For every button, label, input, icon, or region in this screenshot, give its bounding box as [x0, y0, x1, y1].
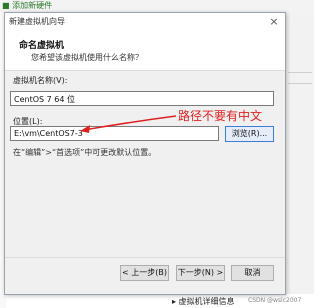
cancel-button[interactable]: 取消 — [231, 265, 274, 281]
background-vm-details-item[interactable]: ▸ 虚拟机详细信息 — [172, 296, 235, 307]
footer-divider — [5, 257, 285, 258]
dialog-titlebar[interactable]: 新建虚拟机向导 × — [5, 13, 285, 30]
page-subtitle: 您希望该虚拟机使用什么名称？ — [31, 53, 143, 62]
browse-button[interactable]: 浏览(R)... — [225, 126, 274, 142]
background-right-panel — [284, 14, 314, 294]
background-menu-item: ■ 添加新硬件 — [2, 1, 53, 10]
new-vm-wizard-dialog: 新建虚拟机向导 × 命名虚拟机 您希望该虚拟机使用什么名称？ 虚拟机名称(V):… — [4, 12, 286, 295]
back-button[interactable]: < 上一步(B) — [120, 265, 169, 281]
background-divider — [288, 72, 312, 84]
location-value: E:\vm\CentOS7-3 — [14, 129, 83, 138]
wizard-header: 命名虚拟机 您希望该虚拟机使用什么名称？ — [5, 30, 285, 71]
page-title: 命名虚拟机 — [19, 41, 65, 51]
next-button[interactable]: 下一步(N) > — [176, 265, 225, 281]
vm-name-label: 虚拟机名称(V): — [13, 76, 68, 85]
dialog-title: 新建虚拟机向导 — [9, 17, 65, 26]
location-hint: 在“编辑”>“首选项”中可更改默认位置。 — [13, 148, 157, 157]
vm-name-field[interactable]: CentOS 7 64 位 — [10, 91, 274, 106]
vm-name-value: CentOS 7 64 位 — [14, 95, 75, 104]
annotation-text: 路径不要有中文 — [178, 109, 263, 123]
location-field[interactable]: E:\vm\CentOS7-3 — [10, 126, 219, 141]
watermark: CSDN @wslc2007 — [248, 297, 302, 304]
close-icon[interactable]: × — [267, 15, 281, 28]
